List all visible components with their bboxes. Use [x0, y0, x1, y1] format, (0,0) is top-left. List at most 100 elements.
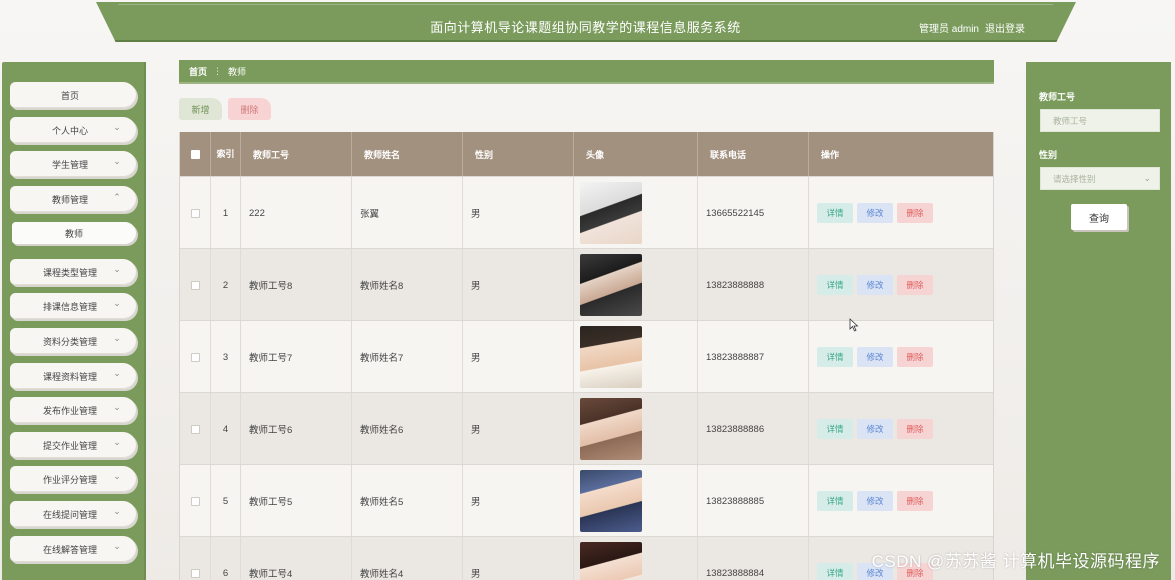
avatar-cell: [574, 393, 698, 465]
cell-teacher-no: 教师工号5: [241, 465, 352, 537]
teacher-no-input[interactable]: 教师工号: [1040, 109, 1160, 132]
sidebar-item-student-management[interactable]: 学生管理 ⌄: [10, 151, 136, 177]
chevron-down-icon: ⌄: [1143, 173, 1151, 183]
chevron-down-icon: ⌄: [113, 333, 121, 343]
cell-phone: 13823888888: [698, 249, 809, 321]
sidebar-item-course-type[interactable]: 课程类型管理 ⌄: [10, 259, 136, 285]
delete-button[interactable]: 删除: [897, 419, 933, 439]
sidebar-item-schedule[interactable]: 排课信息管理 ⌄: [10, 293, 136, 319]
chevron-down-icon: ⌄: [113, 541, 121, 551]
detail-button[interactable]: 详情: [817, 203, 853, 223]
actions-cell: 详情 修改 删除: [809, 393, 993, 465]
user-area: 管理员 admin 退出登录: [919, 20, 1025, 35]
cell-phone: 13665522145: [698, 177, 809, 249]
sidebar-item-material-category[interactable]: 资料分类管理 ⌄: [10, 328, 136, 354]
chevron-down-icon: ⌄: [113, 264, 121, 274]
column-header-phone: 联系电话: [698, 132, 809, 176]
row-select-cell: [180, 537, 211, 580]
edit-button[interactable]: 修改: [857, 419, 893, 439]
delete-button[interactable]: 删除: [897, 203, 933, 223]
table-row: 3 教师工号7 教师姓名7 男 13823888887 详情 修改 删除: [180, 320, 993, 393]
edit-button[interactable]: 修改: [857, 203, 893, 223]
avatar: [580, 254, 642, 316]
search-panel: 教师工号 教师工号 性别 请选择性别 ⌄ 查询: [1026, 62, 1171, 580]
select-all-checkbox[interactable]: [190, 149, 200, 159]
cell-index: 2: [211, 249, 241, 321]
avatar: [580, 470, 642, 532]
cell-phone: 13823888885: [698, 465, 809, 537]
sidebar-item-teacher-management[interactable]: 教师管理 ⌃: [10, 186, 136, 212]
edit-button[interactable]: 修改: [857, 491, 893, 511]
table-row: 5 教师工号5 教师姓名5 男 13823888885 详情 修改 删除: [180, 464, 993, 537]
row-checkbox[interactable]: [190, 496, 200, 506]
column-header-teacher-no: 教师工号: [241, 132, 352, 176]
table-row: 1 222 张翼男 13665522145 详情 修改 删除: [180, 176, 993, 249]
teacher-table: 索引 教师工号 教师姓名 性别 头像 联系电话 操作 1 222 张翼男 136655…: [179, 132, 994, 580]
row-select-cell: [180, 465, 211, 537]
add-button[interactable]: 新增: [179, 98, 222, 120]
table-row: 2 教师工号8 教师姓名8 男 13823888888 详情 修改 删除: [180, 248, 993, 321]
edit-button[interactable]: 修改: [857, 347, 893, 367]
avatar-cell: [574, 465, 698, 537]
sidebar-item-label: 首页: [60, 90, 79, 101]
watermark: CSDN @苏苏酱 计算机毕设源码程序: [871, 552, 1160, 571]
avatar: [580, 182, 642, 244]
sidebar-item-label: 在线提问管理: [42, 509, 97, 520]
avatar-cell: [574, 537, 698, 580]
chevron-down-icon: ⌄: [113, 368, 121, 378]
row-checkbox[interactable]: [190, 352, 200, 362]
row-checkbox[interactable]: [190, 424, 200, 434]
row-checkbox[interactable]: [190, 568, 200, 578]
breadcrumb-separator: ⋮: [213, 65, 223, 76]
sidebar-item-label: 课程资料管理: [42, 371, 97, 382]
cell-teacher-no: 教师工号4: [241, 537, 352, 580]
actions-cell: 详情 修改 删除: [809, 177, 993, 249]
delete-button[interactable]: 删除: [897, 491, 933, 511]
chevron-down-icon: ⌄: [113, 506, 121, 516]
column-header-index: 索引: [211, 132, 241, 176]
bulk-delete-button[interactable]: 删除: [228, 98, 271, 120]
cell-index: 5: [211, 465, 241, 537]
gender-label: 性别: [1039, 150, 1058, 160]
sidebar-subitem-teacher[interactable]: 教师: [12, 222, 136, 244]
edit-button[interactable]: 修改: [857, 275, 893, 295]
detail-button[interactable]: 详情: [817, 419, 853, 439]
sidebar-item-personal-center[interactable]: 个人中心 ⌄: [10, 117, 136, 143]
cell-gender: 男: [463, 177, 574, 249]
sidebar-item-label: 作业评分管理: [42, 474, 97, 485]
avatar-cell: [574, 321, 698, 393]
row-checkbox[interactable]: [190, 280, 200, 290]
sidebar-item-home[interactable]: 首页: [10, 82, 136, 108]
detail-button[interactable]: 详情: [817, 275, 853, 295]
sidebar-item-label: 个人中心: [51, 125, 88, 136]
sidebar-item-label: 教师管理: [51, 194, 88, 205]
sidebar-item-online-questions[interactable]: 在线提问管理 ⌄: [10, 501, 136, 527]
cell-teacher-name: 教师姓名6: [352, 393, 463, 465]
detail-button[interactable]: 详情: [817, 347, 853, 367]
delete-button[interactable]: 删除: [897, 275, 933, 295]
cell-phone: 13823888886: [698, 393, 809, 465]
sidebar-item-submit-homework[interactable]: 提交作业管理 ⌄: [10, 432, 136, 458]
query-button[interactable]: 查询: [1071, 204, 1127, 230]
detail-button[interactable]: 详情: [817, 563, 853, 580]
table-row: 4 教师工号6 教师姓名6 男 13823888886 详情 修改 删除: [180, 392, 993, 465]
breadcrumb-current: 教师: [228, 66, 247, 77]
breadcrumb-home[interactable]: 首页: [189, 65, 207, 78]
avatar-cell: [574, 177, 698, 249]
gender-select[interactable]: 请选择性别 ⌄: [1040, 167, 1160, 190]
chevron-down-icon: ⌄: [113, 437, 121, 447]
cell-index: 1: [211, 177, 241, 249]
sidebar-item-publish-homework[interactable]: 发布作业管理 ⌄: [10, 397, 136, 423]
cell-index: 3: [211, 321, 241, 393]
sidebar-item-homework-grading[interactable]: 作业评分管理 ⌄: [10, 466, 136, 492]
cell-phone: 13823888884: [698, 537, 809, 580]
row-checkbox[interactable]: [190, 208, 200, 218]
logout-link[interactable]: 退出登录: [985, 20, 1025, 35]
sidebar-item-course-material[interactable]: 课程资料管理 ⌄: [10, 363, 136, 389]
cell-teacher-name: 教师姓名4: [352, 537, 463, 580]
delete-button[interactable]: 删除: [897, 347, 933, 367]
sidebar-item-online-answers[interactable]: 在线解答管理 ⌄: [10, 536, 136, 562]
sidebar-item-label: 资料分类管理: [42, 336, 97, 347]
row-select-cell: [180, 321, 211, 393]
detail-button[interactable]: 详情: [817, 491, 853, 511]
